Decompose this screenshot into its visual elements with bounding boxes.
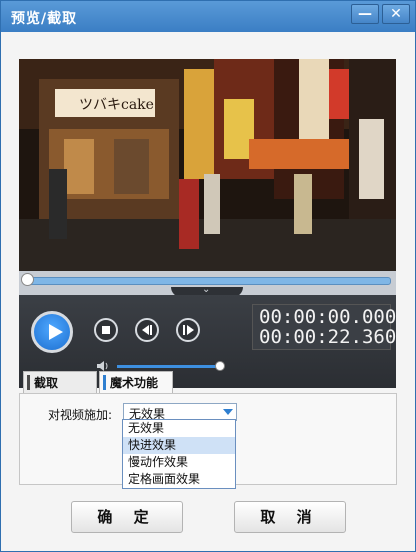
current-time: 00:00:00.000: [259, 306, 397, 328]
stop-button[interactable]: [94, 318, 118, 342]
chevron-down-icon: ⌄: [202, 284, 211, 295]
option-slow-motion[interactable]: 慢动作效果: [123, 454, 235, 471]
option-fast-forward[interactable]: 快进效果: [123, 437, 235, 454]
option-freeze-frame[interactable]: 定格画面效果: [123, 471, 235, 488]
video-frame-image: ツバキcake: [19, 59, 396, 271]
cancel-button[interactable]: 取 消: [234, 501, 346, 533]
window-title: 预览/截取: [11, 11, 78, 27]
total-time: 00:00:22.360: [259, 326, 397, 348]
play-button[interactable]: [31, 311, 73, 353]
close-button[interactable]: ✕: [382, 4, 410, 24]
dropdown-arrow-icon[interactable]: [223, 409, 233, 415]
effect-label: 对视频施加:: [48, 408, 113, 422]
seek-handle[interactable]: [21, 273, 34, 286]
tab-magic[interactable]: 魔术功能: [99, 371, 173, 394]
volume-slider-handle[interactable]: [215, 361, 225, 371]
effect-dropdown-list: 无效果 快进效果 慢动作效果 定格画面效果: [122, 419, 236, 489]
option-no-effect[interactable]: 无效果: [123, 420, 235, 437]
tab-indicator: [27, 375, 30, 390]
next-frame-button[interactable]: [176, 318, 200, 342]
seek-bar[interactable]: ⌄: [19, 271, 396, 297]
svg-text:ツバキcake: ツバキcake: [79, 97, 154, 113]
video-preview: ツバキcake: [19, 59, 396, 271]
volume-icon[interactable]: [97, 361, 109, 371]
tab-label: 魔术功能: [110, 376, 159, 390]
tab-capture[interactable]: 截取: [23, 371, 97, 393]
minimize-button[interactable]: —: [351, 4, 379, 24]
preview-dialog: 预览/截取 — ✕ ツバキcake ⌄ 00:00:00.000 00:00:2…: [0, 0, 416, 552]
volume-slider-track[interactable]: [117, 365, 220, 368]
dialog-body: ツバキcake ⌄ 00:00:00.000 00:00:22.360 截取 魔…: [1, 32, 415, 551]
previous-frame-button[interactable]: [135, 318, 159, 342]
tab-indicator: [103, 375, 106, 390]
time-display: 00:00:00.000 00:00:22.360: [252, 304, 396, 350]
title-bar[interactable]: 预览/截取 — ✕: [1, 1, 415, 32]
tab-label: 截取: [34, 376, 59, 390]
video-player: ツバキcake ⌄ 00:00:00.000 00:00:22.360: [19, 59, 396, 388]
ok-button[interactable]: 确 定: [71, 501, 183, 533]
